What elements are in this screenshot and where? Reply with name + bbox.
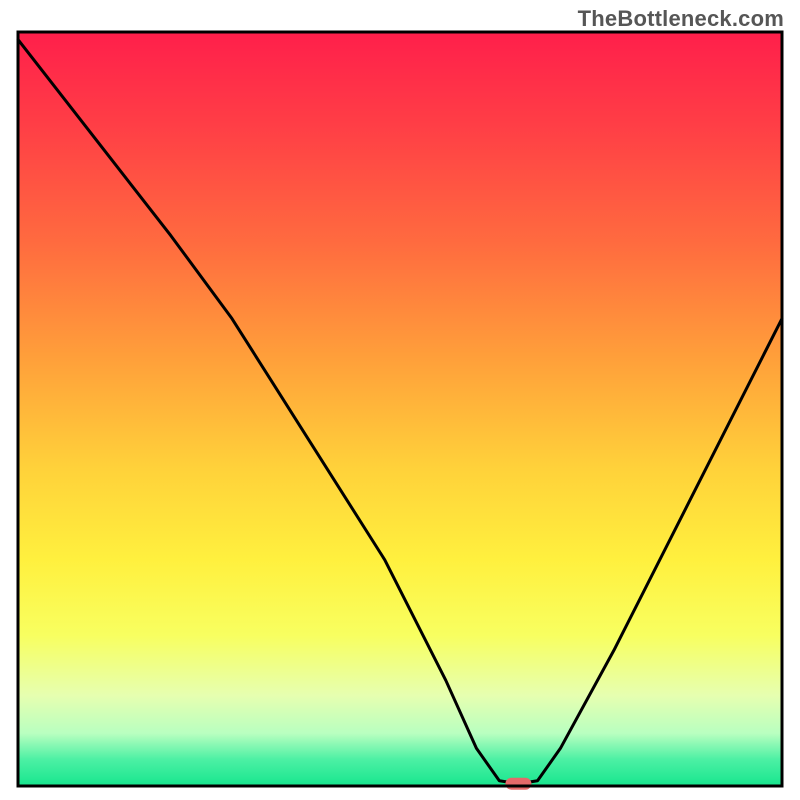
optimum-marker [505,778,531,790]
bottleneck-chart [0,0,800,800]
gradient-background [18,32,782,786]
plot-area [18,32,782,790]
watermark-label: TheBottleneck.com [578,6,784,32]
chart-container: TheBottleneck.com [0,0,800,800]
